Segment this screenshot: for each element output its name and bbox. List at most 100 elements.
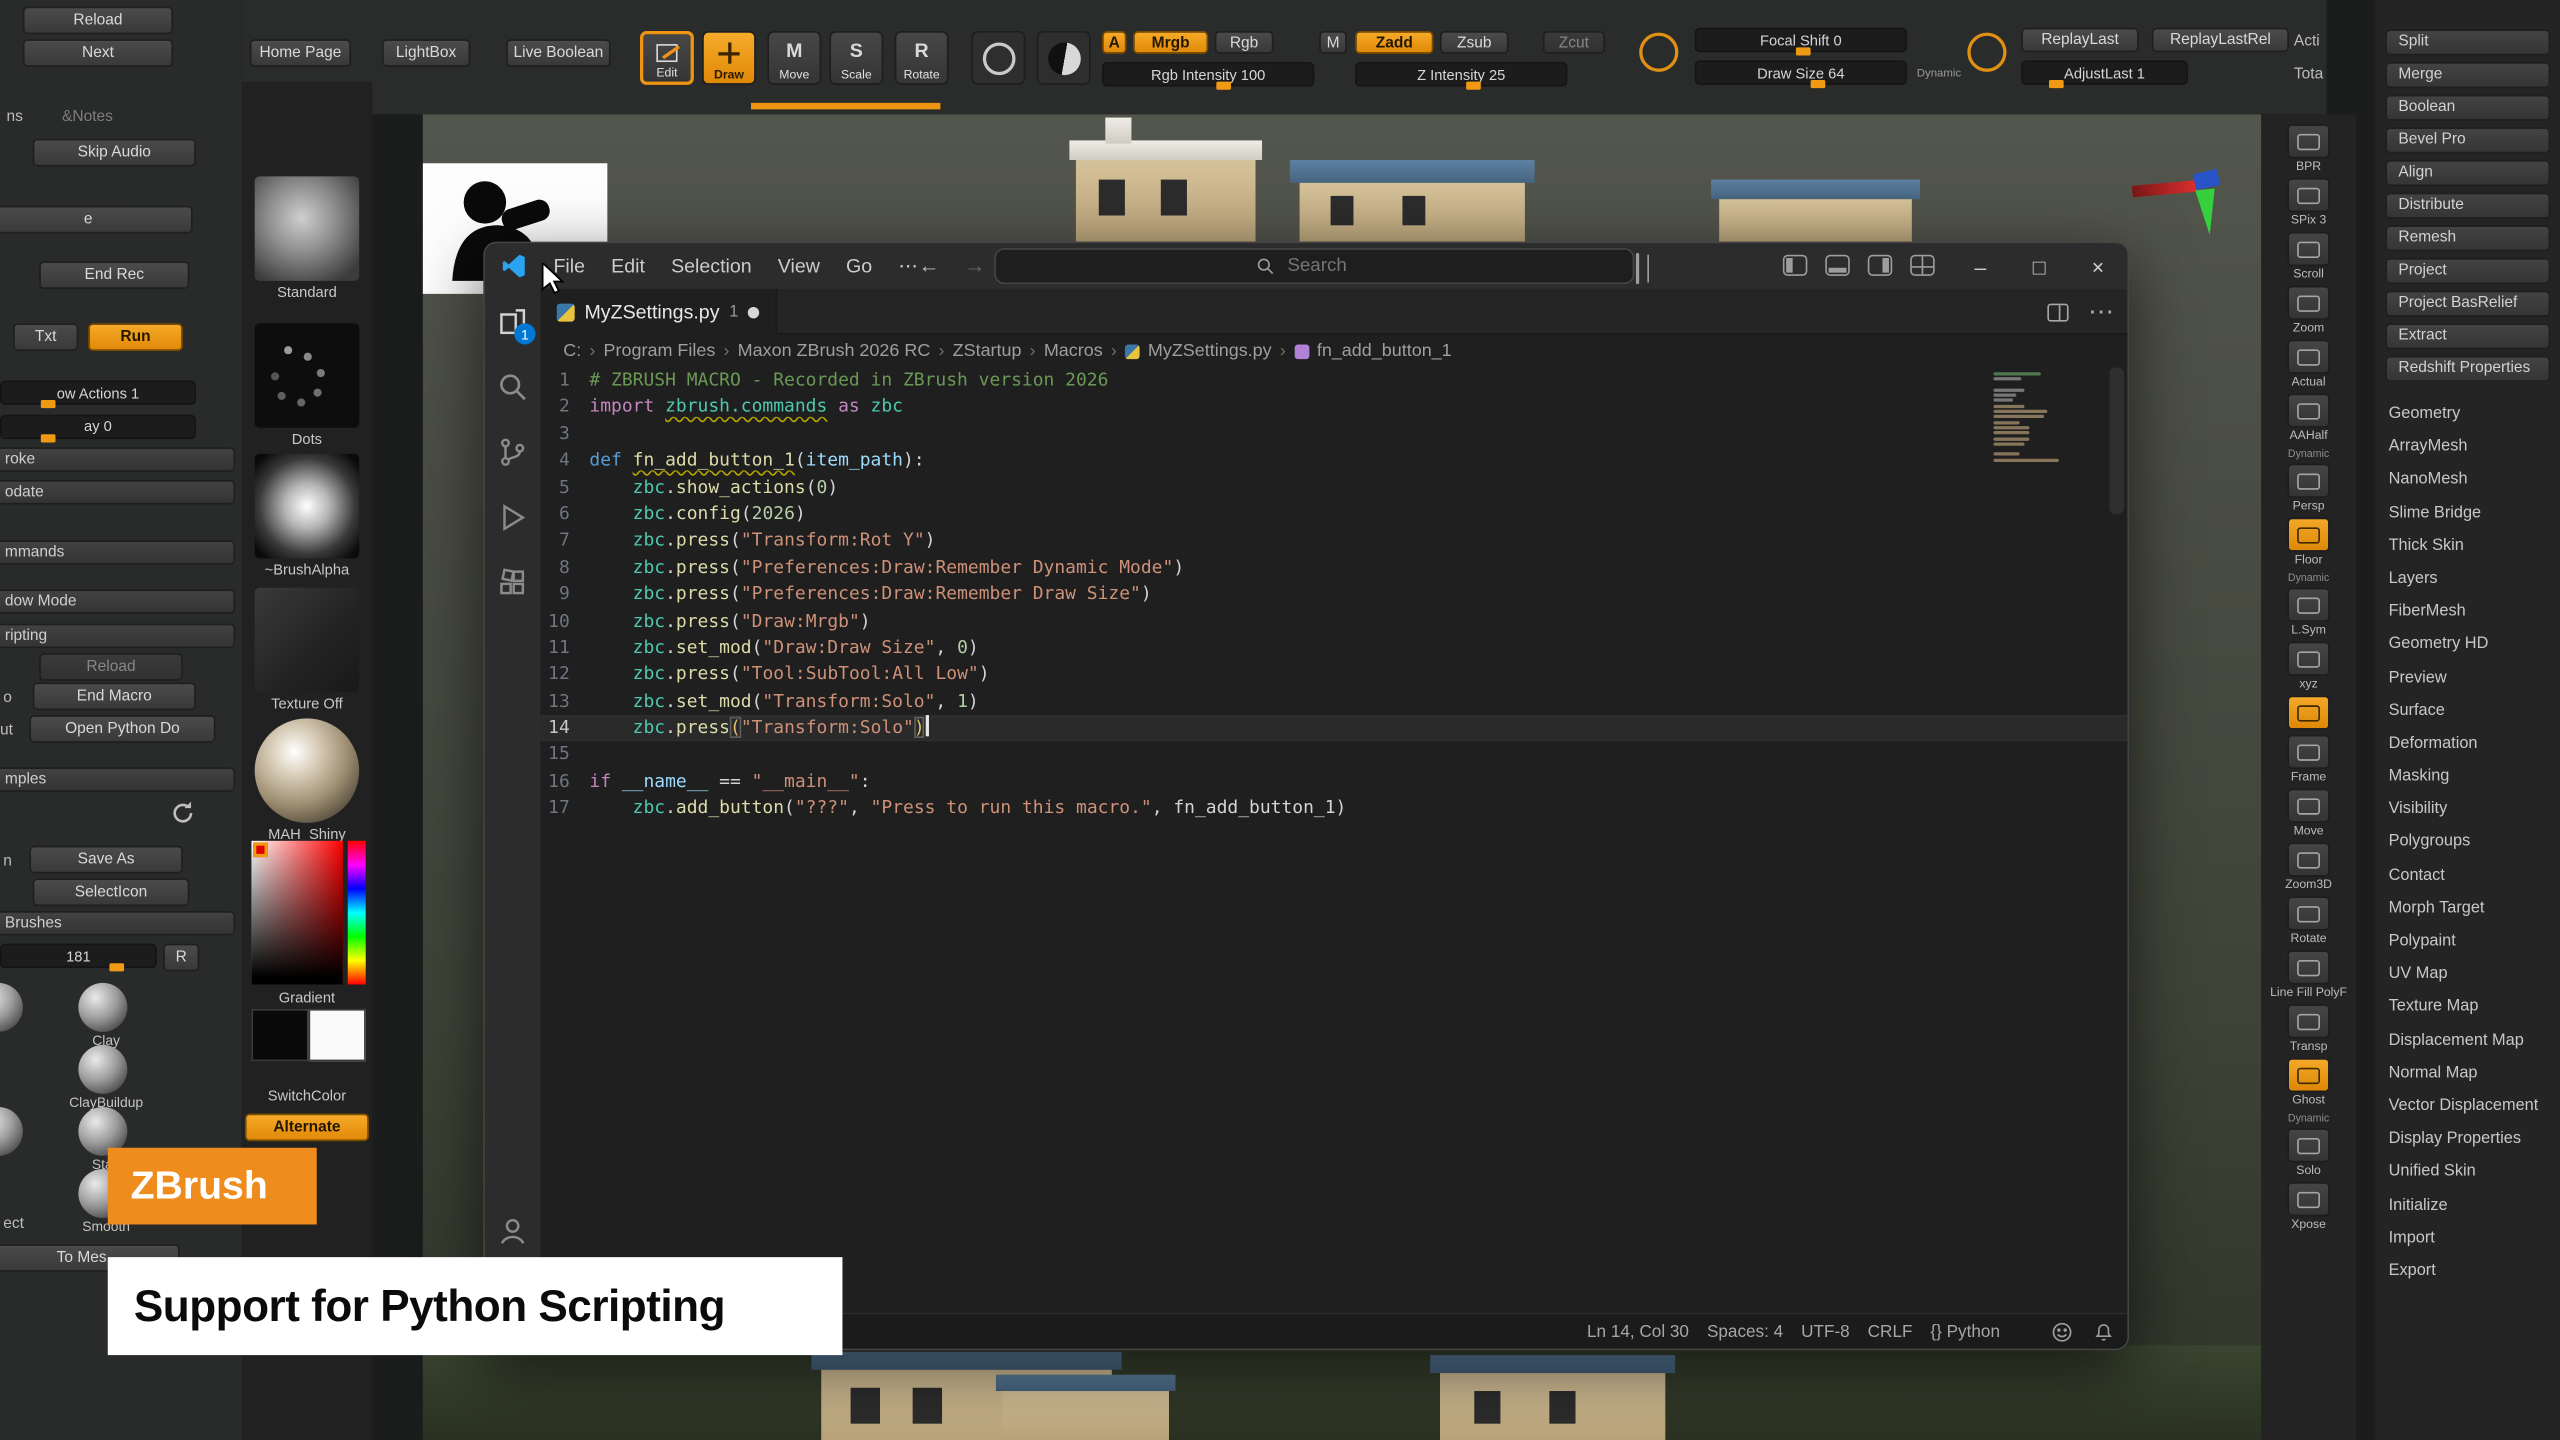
primary-color-swatch[interactable] [251, 1009, 308, 1061]
strip-move[interactable]: Move [2266, 789, 2351, 838]
section-thick-skin[interactable]: Thick Skin [2376, 530, 2560, 563]
txt-button[interactable]: Txt [13, 323, 78, 351]
Solo-icon[interactable] [2287, 1128, 2329, 1162]
standard-thumbnail[interactable] [255, 176, 359, 280]
lp-slider-0[interactable]: ow Actions 1 [0, 380, 196, 404]
slider-handle[interactable] [40, 400, 55, 408]
tab-myzsettings[interactable]: MyZSettings.py 1 [540, 289, 777, 335]
dots-thumbnail[interactable] [255, 323, 359, 427]
AAHalf-icon[interactable] [2287, 393, 2329, 427]
Line Fill PolyF-icon[interactable] [2287, 950, 2329, 984]
replay-last-rel-button[interactable]: ReplayLastRel [2152, 28, 2289, 52]
section-vector-displacement[interactable]: Vector Displacement [2376, 1091, 2560, 1124]
maximize-button[interactable]: □ [2010, 243, 2069, 289]
action-remesh[interactable]: Remesh [2385, 225, 2550, 251]
replay-last-button[interactable]: ReplayLast [2021, 28, 2139, 52]
account-icon[interactable] [493, 1211, 532, 1250]
section-preview[interactable]: Preview [2376, 662, 2560, 695]
search-sidebar-icon[interactable] [493, 367, 532, 406]
hue-strip[interactable] [348, 841, 366, 985]
action-redshift-properties[interactable]: Redshift Properties [2385, 356, 2550, 382]
strip-rotate[interactable]: Rotate [2266, 896, 2351, 945]
r-button[interactable]: R [163, 944, 199, 972]
strip-zoom3d[interactable]: Zoom3D [2266, 842, 2351, 891]
tool-draw[interactable]: Draw [702, 31, 756, 85]
Zoom3D-icon[interactable] [2287, 842, 2329, 876]
switchcolor-label[interactable]: SwitchColor [242, 1087, 373, 1103]
tool-move[interactable]: MMove [767, 31, 821, 85]
toggle-panel-icon[interactable] [1825, 255, 1849, 276]
section-layers[interactable]: Layers [2376, 563, 2560, 596]
section-visibility[interactable]: Visibility [2376, 794, 2560, 827]
zsub-button[interactable]: Zsub [1440, 31, 1509, 54]
status--python[interactable]: {} Python [1930, 1322, 2000, 1342]
brush-thumb-cut[interactable] [0, 983, 23, 1032]
Zoom-icon[interactable] [2287, 286, 2329, 320]
scripting-header[interactable]: ripting [0, 624, 235, 648]
code-line-13[interactable]: 13 zbc.set_mod("Transform:Solo", 1) [540, 688, 2127, 715]
minimap[interactable] [1993, 372, 2062, 464]
rgb-button[interactable]: Rgb [1215, 31, 1274, 54]
material-thumbnail[interactable] [255, 718, 359, 822]
menu-go[interactable]: Go [833, 243, 885, 289]
a-toggle-button[interactable]: A [1102, 31, 1126, 54]
stroke-header[interactable]: roke [0, 447, 235, 471]
strip-l-sym[interactable]: L.Sym [2266, 588, 2351, 637]
code-line-12[interactable]: 12 zbc.press("Tool:SubTool:All Low") [540, 662, 2127, 689]
section-arraymesh[interactable]: ArrayMesh [2376, 431, 2560, 464]
draw-size-slider[interactable]: Draw Size 64 [1695, 60, 1907, 84]
Actual-icon[interactable] [2287, 340, 2329, 374]
stroke-type-icon[interactable] [971, 31, 1025, 85]
cut-wide-button[interactable]: e [0, 206, 193, 234]
SPix 3-icon[interactable] [2287, 178, 2329, 212]
code-line-16[interactable]: 16if __name__ == "__main__": [540, 769, 2127, 796]
split-editor-icon[interactable] [2047, 303, 2068, 321]
status-crlf[interactable]: CRLF [1868, 1322, 1913, 1342]
menu-view[interactable]: View [765, 243, 833, 289]
breadcrumb-item[interactable]: Program Files [604, 341, 716, 361]
brush-thumb-cut[interactable] [0, 1107, 23, 1156]
status-ln-14-col-30[interactable]: Ln 14, Col 30 [1587, 1322, 1689, 1342]
color-picker[interactable] [251, 841, 365, 985]
Persp-icon[interactable] [2287, 464, 2329, 498]
menu-selection[interactable]: Selection [658, 243, 765, 289]
action-project[interactable]: Project [2385, 258, 2550, 284]
breadcrumb-item[interactable]: Maxon ZBrush 2026 RC [738, 341, 931, 361]
notifications-bell-icon[interactable] [2093, 1321, 2114, 1344]
strip-icon[interactable] [2287, 696, 2329, 730]
update-header[interactable]: odate [0, 480, 235, 504]
extensions-icon[interactable] [493, 563, 532, 602]
zcut-button[interactable]: Zcut [1543, 31, 1605, 54]
vscode-window[interactable]: FileEditSelectionViewGo⋯ ← → – [483, 242, 2129, 1351]
next-button[interactable]: Next [23, 39, 173, 67]
section-normal-map[interactable]: Normal Map [2376, 1058, 2560, 1091]
Frame-icon[interactable] [2287, 735, 2329, 769]
action-merge[interactable]: Merge [2385, 62, 2550, 88]
section-polygroups[interactable]: Polygroups [2376, 827, 2560, 860]
forward-arrow-icon[interactable]: → [958, 243, 991, 289]
section-unified-skin[interactable]: Unified Skin [2376, 1156, 2560, 1189]
lp-slider-1[interactable]: ay 0 [0, 414, 196, 438]
skip-audio-button[interactable]: Skip Audio [33, 139, 196, 167]
section-morph-target[interactable]: Morph Target [2376, 893, 2560, 926]
code-line-3[interactable]: 3 [540, 421, 2127, 448]
secondary-color-swatch[interactable] [309, 1009, 366, 1061]
strip-xpose[interactable]: Xpose [2266, 1182, 2351, 1231]
alternate-button[interactable]: Alternate [245, 1113, 369, 1141]
saturation-square[interactable] [251, 841, 342, 985]
texture-thumbnail[interactable] [255, 588, 359, 692]
refresh-icon[interactable] [170, 800, 196, 826]
axis-gizmo[interactable] [2132, 163, 2230, 261]
end-macro-button[interactable]: End Macro [33, 682, 196, 710]
strip-actual[interactable]: Actual [2266, 340, 2351, 389]
save-as-button[interactable]: Save As [29, 846, 182, 874]
strip-floor[interactable]: Floor [2266, 518, 2351, 567]
strip-icon[interactable] [2287, 696, 2329, 730]
strip-line-fill-polyf[interactable]: Line Fill PolyF [2266, 950, 2351, 999]
tool-scale[interactable]: SScale [829, 31, 883, 85]
toggle-secondary-sidebar-icon[interactable] [1868, 255, 1892, 276]
alpha-thumbnail[interactable] [255, 454, 359, 558]
minimize-button[interactable]: – [1951, 243, 2010, 289]
action-split[interactable]: Split [2385, 29, 2550, 55]
breadcrumb-item[interactable]: C: [563, 341, 581, 361]
